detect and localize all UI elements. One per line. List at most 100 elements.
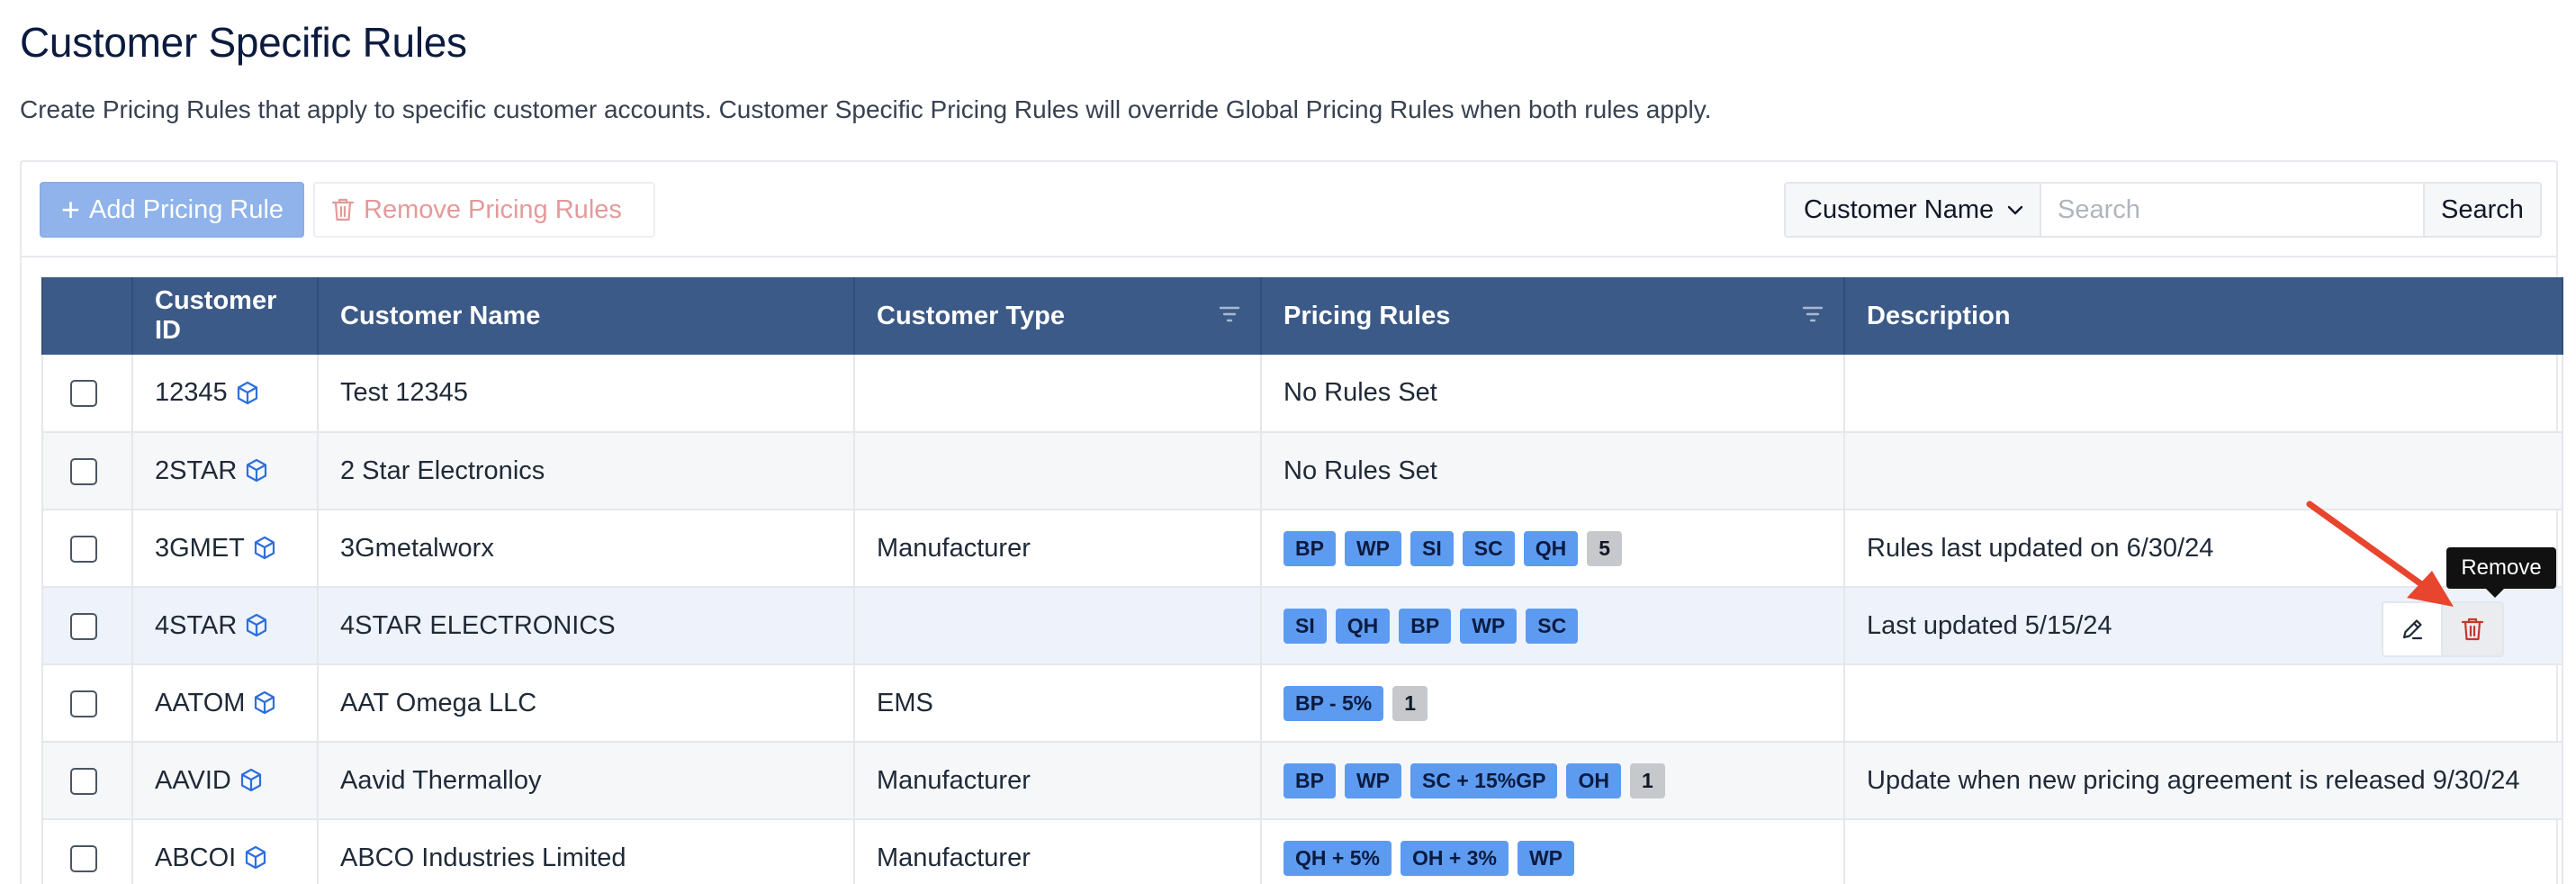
customer-name-cell: Aavid Thermalloy	[317, 742, 855, 820]
customer-id: AATOM	[155, 688, 246, 717]
pricing-rule-tag: SI	[1410, 530, 1454, 566]
pricing-rule-tag: BP	[1283, 762, 1336, 798]
add-pricing-rule-button[interactable]: + Add Pricing Rule	[40, 182, 304, 238]
column-header-pricing-rules-label: Pricing Rules	[1283, 301, 1451, 330]
pricing-rule-tag: OH + 3%	[1400, 840, 1509, 876]
customer-name-cell: 4STAR ELECTRONICS	[317, 587, 855, 665]
customer-id: AAVID	[155, 765, 231, 795]
select-cell	[41, 742, 133, 820]
page-description: Create Pricing Rules that apply to speci…	[20, 95, 1712, 123]
table-row[interactable]: ABCOI ABCO Industries Limited Manufactur…	[41, 819, 2563, 884]
row-checkbox[interactable]	[70, 457, 97, 485]
pricing-rules-cell: BP WP SI SC QH 5	[1260, 510, 1845, 588]
row-checkbox[interactable]	[70, 844, 97, 872]
more-rules-badge[interactable]: 5	[1587, 530, 1622, 566]
select-cell	[41, 664, 133, 743]
column-header-customer-name[interactable]: Customer Name	[318, 277, 855, 355]
cube-icon[interactable]	[243, 844, 268, 871]
column-header-description[interactable]: Description	[1844, 277, 2563, 355]
select-cell	[41, 587, 133, 665]
cube-icon[interactable]	[239, 767, 264, 794]
customer-id-cell: 2STAR	[131, 432, 319, 510]
row-checkbox[interactable]	[70, 612, 97, 640]
pricing-rule-tag: QH	[1335, 608, 1391, 644]
cube-icon[interactable]	[252, 690, 277, 717]
cube-icon[interactable]	[252, 535, 277, 562]
table-body: 12345 Test 12345 No Rules Set 2STAR 2 St…	[41, 355, 2563, 884]
customer-type-cell	[853, 587, 1262, 665]
filter-lines-icon[interactable]	[1219, 304, 1240, 324]
pricing-rule-tag: BP - 5%	[1283, 685, 1384, 721]
pricing-rule-tag: OH	[1566, 762, 1621, 798]
filter-field-select[interactable]: Customer Name	[1786, 184, 2041, 236]
more-rules-badge[interactable]: 1	[1629, 762, 1665, 798]
table-row[interactable]: AATOM AAT Omega LLC EMS BP - 5% 1	[41, 664, 2563, 743]
pricing-rule-tag: SC + 15%GP	[1410, 762, 1558, 798]
customer-type-cell	[853, 432, 1262, 510]
pricing-rules-cell: BP WP SC + 15%GP OH 1	[1260, 742, 1845, 820]
customer-type-cell	[853, 355, 1262, 433]
pricing-rules-cell: QH + 5% OH + 3% WP	[1260, 819, 1845, 884]
rules-card: + Add Pricing Rule Remove Pricing Rules …	[20, 160, 2563, 884]
row-checkbox[interactable]	[70, 380, 97, 408]
customer-type-cell: EMS	[853, 664, 1262, 743]
customer-id: 3GMET	[155, 533, 245, 563]
table-header-row: Customer ID Customer Name Customer Type …	[41, 277, 2563, 355]
table-row[interactable]: 2STAR 2 Star Electronics No Rules Set	[41, 432, 2563, 510]
column-header-customer-type-label: Customer Type	[877, 301, 1065, 330]
add-pricing-rule-label: Add Pricing Rule	[89, 194, 284, 224]
pricing-rule-tag: WP	[1344, 530, 1402, 566]
customer-type-cell: Manufacturer	[853, 742, 1262, 820]
rules-table: Customer ID Customer Name Customer Type …	[41, 277, 2563, 884]
filter-lines-icon[interactable]	[1802, 304, 1824, 324]
column-header-customer-id[interactable]: Customer ID	[132, 277, 319, 355]
cube-icon[interactable]	[244, 612, 269, 639]
pricing-rule-tag: QH	[1523, 530, 1579, 566]
no-rules-text: No Rules Set	[1283, 378, 1437, 407]
page-title: Customer Specific Rules	[20, 19, 467, 66]
rules-table-wrapper: Customer ID Customer Name Customer Type …	[41, 277, 2563, 884]
customer-id-cell: 3GMET	[131, 510, 319, 588]
row-checkbox[interactable]	[70, 690, 97, 717]
customer-id-cell: 4STAR	[131, 587, 319, 665]
customer-id-cell: AATOM	[131, 664, 319, 743]
table-row[interactable]: 3GMET 3Gmetalworx Manufacturer BP WP SI SC Q…	[41, 510, 2563, 588]
description-cell	[1843, 355, 2563, 433]
plus-icon: +	[61, 191, 81, 228]
customer-name-cell: AAT Omega LLC	[317, 664, 855, 743]
column-header-customer-type[interactable]: Customer Type	[854, 277, 1262, 355]
description-cell: Update when new pricing agreement is rel…	[1843, 742, 2563, 820]
pricing-rules-cell: SI QH BP WP SC	[1260, 587, 1845, 665]
customer-id: 2STAR	[155, 456, 238, 485]
chevron-down-icon	[2007, 205, 2023, 215]
customer-type-cell: Manufacturer	[853, 510, 1262, 588]
search-input[interactable]	[2041, 184, 2423, 236]
table-row[interactable]: 12345 Test 12345 No Rules Set	[41, 355, 2563, 433]
trash-icon	[2461, 618, 2484, 641]
column-header-pricing-rules[interactable]: Pricing Rules	[1261, 277, 1845, 355]
trash-icon	[331, 198, 355, 221]
row-checkbox[interactable]	[70, 767, 97, 795]
cube-icon[interactable]	[244, 457, 269, 484]
table-row[interactable]: 4STAR 4STAR ELECTRONICS SI QH BP WP SC Last …	[41, 587, 2563, 665]
pricing-rule-tag: BP	[1399, 608, 1452, 644]
cube-icon[interactable]	[235, 380, 260, 407]
pricing-rule-tag: QH + 5%	[1283, 840, 1392, 876]
table-row[interactable]: AAVID Aavid Thermalloy Manufacturer BP WP…	[41, 742, 2563, 820]
customer-id-cell: ABCOI	[131, 819, 319, 884]
annotation-arrow-icon	[2306, 501, 2454, 607]
row-checkbox[interactable]	[70, 535, 97, 563]
customer-id: ABCOI	[155, 843, 237, 872]
customer-name-cell: ABCO Industries Limited	[317, 819, 855, 884]
pricing-rules-cell: BP - 5% 1	[1260, 664, 1845, 743]
description-cell	[1843, 819, 2563, 884]
remove-pricing-rules-button[interactable]: Remove Pricing Rules	[313, 182, 655, 238]
description-cell	[1843, 664, 2563, 743]
pencil-icon	[2402, 619, 2423, 640]
more-rules-badge[interactable]: 1	[1392, 685, 1428, 721]
customer-name-cell: 3Gmetalworx	[317, 510, 855, 588]
pricing-rule-tag: SC	[1462, 530, 1515, 566]
pricing-rule-tag: WP	[1344, 762, 1402, 798]
pricing-rule-tag: SI	[1283, 608, 1327, 644]
search-button[interactable]: Search	[2423, 184, 2540, 236]
